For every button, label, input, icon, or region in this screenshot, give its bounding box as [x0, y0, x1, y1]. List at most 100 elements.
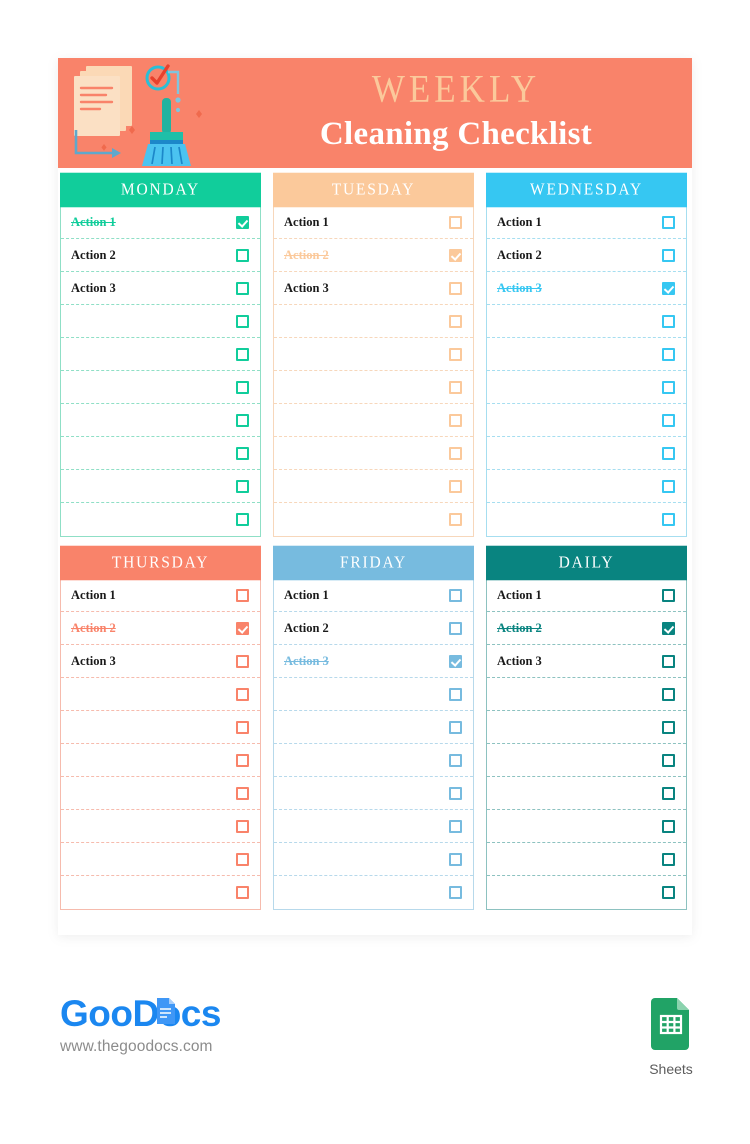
checklist-checkbox[interactable] [449, 347, 462, 361]
checklist-row[interactable] [274, 470, 473, 503]
checklist-checkbox[interactable] [449, 413, 462, 427]
checklist-row[interactable]: Action 3 [274, 645, 473, 678]
checklist-checkbox[interactable] [449, 819, 462, 833]
checklist-checkbox[interactable] [449, 380, 462, 394]
checklist-checkbox[interactable] [236, 347, 249, 361]
checklist-row[interactable] [487, 876, 686, 909]
checklist-checkbox[interactable] [662, 687, 675, 701]
checklist-checkbox[interactable] [236, 786, 249, 800]
checklist-checkbox[interactable] [449, 654, 462, 668]
checklist-row[interactable] [61, 744, 260, 777]
goodocs-logo[interactable]: GooDocs www.thegoodocs.com [60, 995, 221, 1056]
checklist-row[interactable] [61, 876, 260, 909]
checklist-row[interactable] [487, 503, 686, 536]
checklist-row[interactable]: Action 1 [61, 206, 260, 239]
checklist-checkbox[interactable] [662, 720, 675, 734]
checklist-checkbox[interactable] [662, 479, 675, 493]
checklist-checkbox[interactable] [236, 687, 249, 701]
checklist-row[interactable]: Action 3 [487, 272, 686, 305]
checklist-checkbox[interactable] [236, 215, 249, 229]
website-url[interactable]: www.thegoodocs.com [60, 1038, 221, 1056]
checklist-row[interactable] [274, 305, 473, 338]
checklist-checkbox[interactable] [662, 588, 675, 602]
checklist-row[interactable]: Action 2 [274, 239, 473, 272]
checklist-row[interactable] [487, 305, 686, 338]
checklist-row[interactable] [487, 711, 686, 744]
checklist-checkbox[interactable] [449, 621, 462, 635]
checklist-checkbox[interactable] [662, 513, 675, 526]
checklist-checkbox[interactable] [236, 720, 249, 734]
checklist-row[interactable]: Action 2 [487, 239, 686, 272]
checklist-checkbox[interactable] [449, 248, 462, 262]
checklist-checkbox[interactable] [449, 720, 462, 734]
checklist-checkbox[interactable] [236, 753, 249, 767]
checklist-row[interactable] [61, 371, 260, 404]
checklist-checkbox[interactable] [236, 446, 249, 460]
checklist-row[interactable] [61, 810, 260, 843]
checklist-row[interactable] [487, 470, 686, 503]
checklist-checkbox[interactable] [662, 380, 675, 394]
checklist-checkbox[interactable] [236, 852, 249, 866]
checklist-row[interactable] [487, 777, 686, 810]
checklist-checkbox[interactable] [449, 215, 462, 229]
checklist-row[interactable] [61, 404, 260, 437]
checklist-row[interactable] [61, 777, 260, 810]
checklist-row[interactable] [274, 810, 473, 843]
checklist-checkbox[interactable] [236, 513, 249, 526]
checklist-row[interactable] [61, 338, 260, 371]
checklist-checkbox[interactable] [662, 215, 675, 229]
checklist-checkbox[interactable] [449, 588, 462, 602]
checklist-checkbox[interactable] [236, 479, 249, 493]
checklist-checkbox[interactable] [662, 413, 675, 427]
checklist-checkbox[interactable] [662, 621, 675, 635]
checklist-row[interactable] [61, 503, 260, 536]
checklist-checkbox[interactable] [236, 654, 249, 668]
checklist-checkbox[interactable] [449, 852, 462, 866]
checklist-checkbox[interactable] [449, 687, 462, 701]
checklist-row[interactable]: Action 2 [274, 612, 473, 645]
checklist-checkbox[interactable] [662, 281, 675, 295]
checklist-row[interactable] [274, 371, 473, 404]
checklist-checkbox[interactable] [236, 248, 249, 262]
checklist-row[interactable] [274, 503, 473, 536]
checklist-checkbox[interactable] [236, 413, 249, 427]
checklist-checkbox[interactable] [236, 886, 249, 899]
checklist-row[interactable] [274, 744, 473, 777]
checklist-checkbox[interactable] [662, 852, 675, 866]
sheets-app-badge[interactable]: Sheets [640, 997, 702, 1077]
checklist-row[interactable] [487, 404, 686, 437]
checklist-row[interactable] [487, 744, 686, 777]
checklist-row[interactable]: Action 3 [487, 645, 686, 678]
checklist-row[interactable] [61, 305, 260, 338]
checklist-row[interactable]: Action 1 [487, 579, 686, 612]
checklist-checkbox[interactable] [236, 588, 249, 602]
checklist-row[interactable] [274, 711, 473, 744]
checklist-checkbox[interactable] [662, 248, 675, 262]
checklist-checkbox[interactable] [662, 654, 675, 668]
checklist-row[interactable]: Action 3 [274, 272, 473, 305]
checklist-row[interactable] [274, 678, 473, 711]
checklist-checkbox[interactable] [449, 513, 462, 526]
checklist-checkbox[interactable] [449, 886, 462, 899]
checklist-row[interactable] [274, 876, 473, 909]
checklist-row[interactable]: Action 1 [487, 206, 686, 239]
checklist-row[interactable] [487, 437, 686, 470]
checklist-checkbox[interactable] [449, 786, 462, 800]
checklist-row[interactable] [61, 843, 260, 876]
checklist-row[interactable]: Action 1 [274, 579, 473, 612]
checklist-checkbox[interactable] [449, 753, 462, 767]
checklist-row[interactable]: Action 2 [487, 612, 686, 645]
checklist-row[interactable]: Action 2 [61, 612, 260, 645]
checklist-checkbox[interactable] [662, 786, 675, 800]
checklist-checkbox[interactable] [236, 819, 249, 833]
checklist-row[interactable] [61, 678, 260, 711]
checklist-checkbox[interactable] [662, 314, 675, 328]
checklist-row[interactable] [274, 338, 473, 371]
checklist-row[interactable] [274, 777, 473, 810]
checklist-row[interactable]: Action 2 [61, 239, 260, 272]
checklist-row[interactable]: Action 1 [274, 206, 473, 239]
checklist-checkbox[interactable] [236, 621, 249, 635]
checklist-checkbox[interactable] [236, 380, 249, 394]
checklist-row[interactable] [274, 843, 473, 876]
checklist-checkbox[interactable] [662, 886, 675, 899]
